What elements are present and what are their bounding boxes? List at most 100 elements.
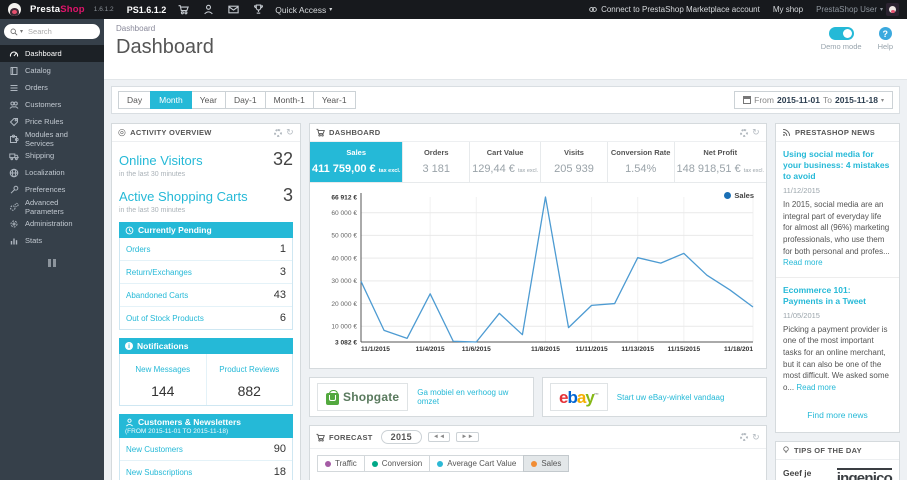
customers-newsletters-header: Customers & Newsletters (FROM 2015-11-01… (119, 414, 293, 438)
help-button[interactable]: ? (878, 27, 892, 40)
forecast-traffic-toggle[interactable]: Traffic (317, 455, 365, 472)
sidebar-item-modules[interactable]: Modules and Services (0, 130, 104, 148)
sidebar-item-advanced-parameters[interactable]: Advanced Parameters (0, 198, 104, 216)
cart-icon[interactable] (175, 4, 191, 15)
previous-year-button[interactable]: ◄◄ (427, 432, 451, 442)
kpi-sales-tab[interactable]: Sales 411 759,00 € tax excl. (310, 142, 404, 182)
sidebar-collapse-button[interactable] (0, 259, 104, 267)
svg-text:60 000 €: 60 000 € (331, 210, 357, 217)
panel-refresh-icon[interactable]: ↻ (752, 128, 760, 137)
panel-refresh-icon[interactable]: ↻ (286, 128, 294, 137)
sidebar-item-localization[interactable]: Localization (0, 164, 104, 181)
next-year-button[interactable]: ►► (456, 432, 479, 442)
news-panel-title: PRESTASHOP NEWS (795, 128, 876, 137)
forecast-sales-toggle[interactable]: Sales (523, 455, 570, 472)
sidebar: ▾ Dashboard Catalog Orders Customers Pri… (0, 19, 104, 480)
search-input[interactable] (28, 27, 87, 36)
kpi-orders-tab[interactable]: Orders 3 181 (403, 142, 471, 182)
chart-legend: Sales (724, 191, 754, 200)
read-more-link[interactable]: Read more (783, 258, 823, 267)
customers-row: New Customers 90 (120, 438, 292, 460)
online-visitors-link[interactable]: Online Visitors (119, 153, 203, 168)
cart-icon (316, 433, 325, 441)
panel-settings-icon[interactable] (740, 433, 749, 441)
news-article-title[interactable]: Ecommerce 101: Payments in a Tweet (783, 285, 892, 307)
forecast-avg-cart-toggle[interactable]: Average Cart Value (429, 455, 525, 472)
currently-pending-header: Currently Pending (119, 222, 293, 238)
user-menu[interactable]: PrestaShop User ▾ (816, 3, 899, 16)
news-article-title[interactable]: Using social media for your business: 4 … (783, 149, 892, 182)
new-messages-cell[interactable]: New Messages 144 (120, 354, 206, 405)
sidebar-item-orders[interactable]: Orders (0, 79, 104, 96)
dashboard-panel-title: DASHBOARD (329, 128, 381, 137)
forecast-year-input[interactable]: 2015 (380, 430, 422, 444)
pending-orders-link[interactable]: Orders (126, 245, 150, 254)
kpi-conversion-rate-tab[interactable]: Conversion Rate 1.54% (608, 142, 675, 182)
customer-icon[interactable] (200, 4, 216, 15)
kpi-visits-tab[interactable]: Visits 205 939 (541, 142, 608, 182)
ebay-link[interactable]: Start uw eBay-winkel vandaag (617, 393, 725, 402)
panel-settings-icon[interactable] (740, 128, 749, 137)
brand-shop: Shop (60, 4, 85, 15)
tips-panel-title: TIPS OF THE DAY (794, 446, 862, 456)
range-year-1-button[interactable]: Year-1 (312, 91, 356, 109)
marketplace-link[interactable]: Connect to PrestaShop Marketplace accoun… (588, 5, 760, 14)
pending-returns-link[interactable]: Return/Exchanges (126, 268, 192, 277)
news-article-date: 11/12/2015 (783, 186, 820, 196)
new-subscriptions-link[interactable]: New Subscriptions (126, 468, 192, 477)
forecast-conversion-toggle[interactable]: Conversion (363, 455, 431, 472)
sidebar-item-label: Preferences (25, 185, 66, 194)
forecast-panel: FORECAST 2015 ◄◄ ►► ↻ Traffic Conversion (309, 425, 767, 480)
range-month-1-button[interactable]: Month-1 (264, 91, 314, 109)
avg-cart-dot (437, 460, 444, 467)
pending-orders-value: 1 (279, 243, 286, 255)
dashboard-panel: DASHBOARD ↻ Sales 411 759,00 € tax excl. … (309, 123, 767, 369)
panel-settings-icon[interactable] (274, 128, 283, 137)
group-icon (9, 101, 19, 109)
sidebar-item-preferences[interactable]: Preferences (0, 181, 104, 198)
new-customers-link[interactable]: New Customers (126, 445, 183, 454)
ingenico-logo[interactable]: ingenico Paymentservices (830, 468, 893, 480)
puzzle-icon (10, 134, 19, 143)
range-day-button[interactable]: Day (118, 91, 152, 109)
demo-mode-toggle[interactable] (828, 27, 854, 40)
avatar (886, 3, 899, 16)
kpi-net-profit-tab[interactable]: Net Profit 148 918,51 € tax excl. (675, 142, 766, 182)
svg-text:11/8/2015: 11/8/2015 (531, 346, 560, 353)
sidebar-item-shipping[interactable]: Shipping (0, 147, 104, 164)
read-more-link[interactable]: Read more (796, 383, 836, 392)
trophy-icon[interactable] (250, 4, 266, 15)
my-shop-link[interactable]: My shop (773, 5, 803, 14)
shopgate-link[interactable]: Ga mobiel en verhoog uw omzet (417, 388, 526, 406)
find-more-news-link[interactable]: Find more news (776, 401, 899, 432)
sales-dot (531, 460, 538, 467)
quick-access-menu[interactable]: Quick Access ▾ (275, 5, 332, 15)
range-year-button[interactable]: Year (190, 91, 226, 109)
panel-refresh-icon[interactable]: ↻ (752, 432, 760, 442)
online-visitors-sub: in the last 30 minutes (119, 171, 186, 178)
range-day-1-button[interactable]: Day-1 (224, 91, 266, 109)
breadcrumb[interactable]: Dashboard (116, 24, 895, 33)
tachometer-icon (9, 51, 19, 57)
search-type-caret[interactable]: ▾ (20, 28, 23, 35)
sidebar-item-catalog[interactable]: Catalog (0, 62, 104, 79)
out-of-stock-link[interactable]: Out of Stock Products (126, 314, 204, 323)
ebay-logo[interactable]: ebay™ (550, 383, 608, 411)
sidebar-item-administration[interactable]: Administration (0, 215, 104, 232)
prestashop-logo-icon[interactable] (8, 3, 21, 16)
shopgate-logo[interactable]: Shopgate (317, 383, 409, 411)
active-carts-link[interactable]: Active Shopping Carts (119, 189, 248, 204)
sidebar-item-price-rules[interactable]: Price Rules (0, 113, 104, 130)
product-reviews-cell[interactable]: Product Reviews 882 (205, 354, 293, 405)
mail-icon[interactable] (225, 4, 241, 15)
sidebar-search[interactable]: ▾ (4, 24, 100, 39)
sidebar-item-dashboard[interactable]: Dashboard (0, 45, 104, 62)
svg-text:11/1/2015: 11/1/2015 (361, 346, 390, 353)
range-month-button[interactable]: Month (150, 91, 192, 109)
abandoned-carts-link[interactable]: Abandoned Carts (126, 291, 188, 300)
gear-icon (10, 220, 18, 227)
date-range-picker[interactable]: From 2015-11-01 To 2015-11-18 ▾ (734, 91, 893, 109)
sidebar-item-stats[interactable]: Stats (0, 232, 104, 249)
kpi-cart-value-tab[interactable]: Cart Value 129,44 € tax excl. (470, 142, 542, 182)
sidebar-item-customers[interactable]: Customers (0, 96, 104, 113)
